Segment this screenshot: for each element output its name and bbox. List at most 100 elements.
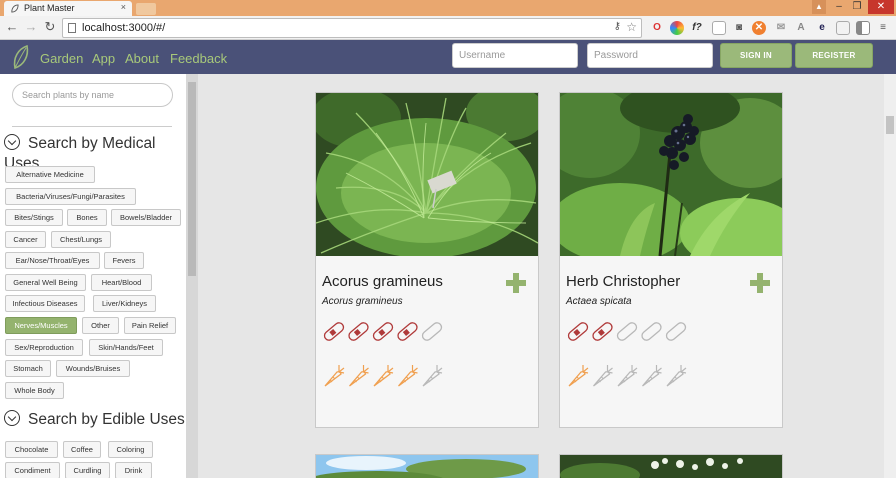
shield-extension-icon[interactable]: A (794, 21, 808, 35)
back-arrow-icon[interactable]: ← (4, 19, 20, 35)
edible-uses-title: Search by Edible Uses (28, 411, 185, 428)
page-scrollbar[interactable] (884, 74, 896, 478)
opera-extension-icon[interactable]: O (650, 21, 664, 35)
sign-in-button[interactable]: SIGN IN (720, 43, 792, 68)
pill-filled-icon (348, 322, 369, 341)
plant-grid: Acorus gramineus Acorus gramineus Herb C… (198, 74, 884, 478)
bookmark-star-icon[interactable]: ☆ (626, 20, 637, 34)
edible-uses-header[interactable]: Search by Edible Uses (4, 409, 185, 430)
plant-scientific-name: Acorus gramineus (322, 296, 403, 307)
menu-icon[interactable]: ≡ (876, 21, 890, 35)
medical-tag-liver-kidneys[interactable]: Liver/Kidneys (93, 295, 156, 312)
edible-tag-condiment[interactable]: Condiment (5, 462, 60, 478)
medical-tag-other[interactable]: Other (82, 317, 119, 334)
browser-tab[interactable]: Plant Master × (4, 1, 132, 16)
address-bar[interactable]: localhost:3000/#/ ⚷ ☆ (62, 18, 642, 38)
medical-tag-wounds-bruises[interactable]: Wounds/Bruises (56, 360, 130, 377)
medical-tag-skin-hands-feet[interactable]: Skin/Hands/Feet (89, 339, 163, 356)
carrot-empty-icon (666, 365, 687, 387)
leaf-favicon-icon (11, 4, 19, 13)
username-input[interactable]: Username (452, 43, 578, 68)
medical-tag-bowels-bladder[interactable]: Bowels/Bladder (111, 209, 181, 226)
add-plant-plus-icon[interactable] (504, 271, 528, 295)
password-input[interactable]: Password (587, 43, 713, 68)
browser-titlebar: Plant Master × ▲ – ❐ ✕ (0, 0, 896, 16)
medical-tag-alternative-medicine[interactable]: Alternative Medicine (5, 166, 95, 183)
nav-link-garden[interactable]: Garden (40, 51, 83, 66)
camera-extension-icon[interactable]: ◙ (732, 21, 746, 35)
pill-filled-icon (567, 322, 589, 341)
medical-tag-stomach[interactable]: Stomach (5, 360, 51, 377)
plant-scientific-name: Actaea spicata (566, 296, 632, 307)
plant-common-name: Herb Christopher (566, 273, 681, 290)
url-text: localhost:3000/#/ (82, 22, 166, 34)
sidebar-scrollbar-thumb[interactable] (188, 82, 196, 276)
edible-tag-curdling[interactable]: Curdling (65, 462, 110, 478)
block-extension-icon[interactable]: ✕ (752, 21, 766, 35)
plant-card[interactable] (315, 454, 539, 478)
medical-rating (323, 322, 443, 341)
nav-link-app[interactable]: App (92, 51, 115, 66)
medical-tag-bones[interactable]: Bones (67, 209, 107, 226)
tab-close-icon[interactable]: × (121, 2, 126, 12)
close-window-button[interactable]: ✕ (868, 0, 894, 14)
color-picker-extension-icon[interactable] (670, 21, 684, 35)
medical-tag-whole-body[interactable]: Whole Body (5, 382, 64, 399)
pill-filled-icon (323, 322, 345, 341)
edible-rating (568, 365, 687, 387)
nav-link-feedback[interactable]: Feedback (170, 51, 227, 66)
minimize-button[interactable]: – (830, 0, 848, 14)
formula-extension-icon[interactable]: f? (690, 21, 704, 35)
plant-card[interactable] (559, 454, 783, 478)
medical-tag-general-well-being[interactable]: General Well Being (5, 274, 86, 291)
edge-extension-icon[interactable]: e (815, 21, 829, 35)
carrot-filled-icon (398, 365, 418, 387)
edible-tag-drink[interactable]: Drink (115, 462, 152, 478)
medical-tag-fevers[interactable]: Fevers (104, 252, 144, 269)
key-icon[interactable]: ⚷ (614, 21, 621, 32)
user-profile-icon[interactable]: ▲ (812, 0, 826, 14)
sidebar-extension-icon[interactable] (856, 21, 870, 35)
mail-extension-icon[interactable]: ✉ (774, 21, 788, 35)
page-scrollbar-thumb[interactable] (886, 116, 894, 134)
new-tab-button[interactable] (136, 3, 156, 15)
nav-link-about[interactable]: About (125, 51, 159, 66)
carrot-filled-icon (324, 365, 345, 387)
carrot-filled-icon (373, 365, 394, 387)
plant-common-name: Acorus gramineus (322, 273, 443, 290)
forward-arrow-icon[interactable]: → (23, 19, 39, 35)
medical-tag-pain-relief[interactable]: Pain Relief (124, 317, 176, 334)
plant-photo-acorus (316, 93, 538, 256)
edible-tag-coloring[interactable]: Coloring (108, 441, 153, 458)
medical-tag-sex-reproduction[interactable]: Sex/Reproduction (5, 339, 83, 356)
medical-tag-ear-nose-throat[interactable]: Ear/Nose/Throat/Eyes (5, 252, 100, 269)
medical-tag-chest-lungs[interactable]: Chest/Lungs (51, 231, 111, 248)
blank-extension-icon[interactable] (712, 21, 726, 35)
sidebar-divider (12, 126, 172, 127)
edible-rating (324, 365, 443, 387)
reload-icon[interactable]: ↻ (42, 19, 58, 35)
pill-empty-icon (665, 322, 687, 341)
leaf-logo-icon[interactable] (12, 44, 30, 70)
edible-tag-chocolate[interactable]: Chocolate (5, 441, 58, 458)
plant-card[interactable]: Acorus gramineus Acorus gramineus (315, 92, 539, 428)
app-navbar: Garden App About Feedback Username Passw… (0, 40, 896, 74)
plant-card[interactable]: Herb Christopher Actaea spicata (559, 92, 783, 428)
medical-tag-infectious-diseases[interactable]: Infectious Diseases (5, 295, 85, 312)
medical-uses-header[interactable]: Search by Medical Uses (4, 133, 186, 172)
browser-toolbar: ← → ↻ localhost:3000/#/ ⚷ ☆ O f? ◙ ✕ ✉ A… (0, 16, 896, 40)
medical-tag-bacteria[interactable]: Bacteria/Viruses/Fungi/Parasites (5, 188, 136, 205)
add-plant-plus-icon[interactable] (748, 271, 772, 295)
edible-tag-coffee[interactable]: Coffee (63, 441, 101, 458)
medical-tag-heart-blood[interactable]: Heart/Blood (91, 274, 152, 291)
medical-tag-nerves-muscles[interactable]: Nerves/Muscles (5, 317, 77, 334)
plant-search-input[interactable]: Search plants by name (12, 83, 173, 107)
medical-tag-bites-stings[interactable]: Bites/Stings (5, 209, 63, 226)
pill-empty-icon (421, 322, 443, 341)
medical-tag-cancer[interactable]: Cancer (5, 231, 46, 248)
register-button[interactable]: REGISTER (795, 43, 873, 68)
grid-extension-icon[interactable] (836, 21, 850, 35)
pill-filled-icon (372, 322, 394, 341)
filter-sidebar: Search plants by name Search by Medical … (0, 74, 186, 478)
maximize-button[interactable]: ❐ (848, 0, 866, 14)
